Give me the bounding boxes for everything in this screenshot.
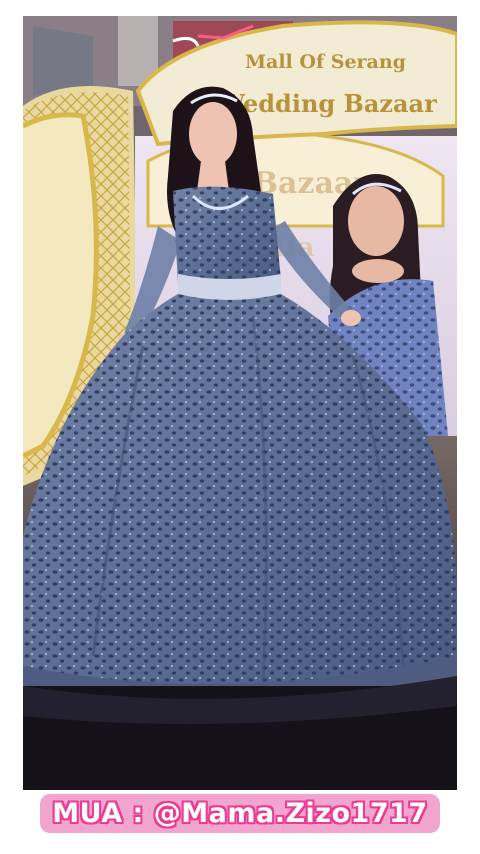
caption-banner: MUA : @Mama.Zizo1717 [0,788,480,838]
mua-caption: MUA : @Mama.Zizo1717 [40,793,440,833]
photo: ing Bazaar Ha Mall Of Serang Wedding Baz… [23,16,457,790]
sign-line1: Mall Of Serang [245,51,406,73]
model-face [189,102,237,166]
sign-line2: Wedding Bazaar [217,89,437,118]
